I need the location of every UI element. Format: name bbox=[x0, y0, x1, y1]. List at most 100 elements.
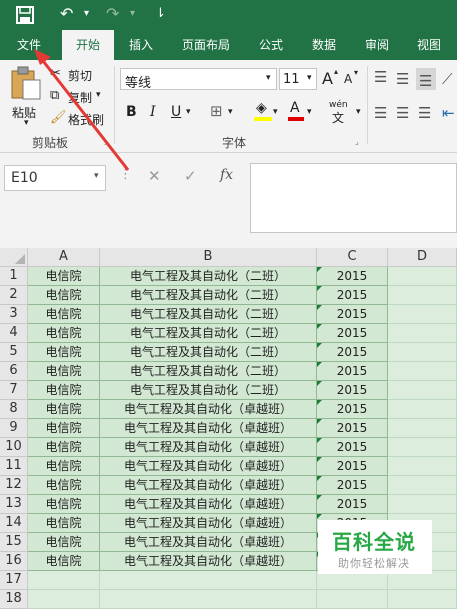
name-box[interactable]: E10 bbox=[4, 165, 106, 191]
cell-col-a[interactable]: 电信院 bbox=[28, 495, 100, 514]
cell-col-a[interactable] bbox=[28, 571, 100, 590]
align-top-icon[interactable]: ☰ bbox=[374, 68, 387, 86]
cell-col-b[interactable]: 电气工程及其自动化（二班） bbox=[100, 343, 317, 362]
cell-col-a[interactable]: 电信院 bbox=[28, 381, 100, 400]
insert-function-icon[interactable]: fx bbox=[220, 167, 233, 183]
row-header[interactable]: 1 bbox=[0, 267, 28, 286]
tab-file[interactable]: 文件 bbox=[8, 30, 50, 60]
phonetic-button[interactable]: wén 文 bbox=[328, 100, 354, 125]
cell-col-a[interactable]: 电信院 bbox=[28, 286, 100, 305]
cell-col-b[interactable]: 电气工程及其自动化（二班） bbox=[100, 267, 317, 286]
row-header[interactable]: 16 bbox=[0, 552, 28, 571]
font-color-icon[interactable]: A bbox=[288, 100, 304, 122]
row-header[interactable]: 6 bbox=[0, 362, 28, 381]
shrink-font-button[interactable]: A bbox=[344, 72, 352, 86]
cell-col-a[interactable]: 电信院 bbox=[28, 476, 100, 495]
cell-col-d[interactable] bbox=[388, 457, 457, 476]
italic-button[interactable]: I bbox=[150, 104, 156, 120]
customize-quick-access-icon[interactable]: ⇂ bbox=[155, 3, 166, 25]
cell-col-d[interactable] bbox=[388, 419, 457, 438]
cell-col-b[interactable]: 电气工程及其自动化（卓越班） bbox=[100, 533, 317, 552]
cell-col-c[interactable]: 2015 bbox=[317, 324, 388, 343]
borders-dropdown-icon[interactable]: ▾ bbox=[228, 107, 233, 117]
column-header-a[interactable]: A bbox=[28, 248, 100, 267]
copy-button[interactable]: ⧉ 复制 ▾ bbox=[50, 88, 106, 106]
tab-view[interactable]: 视图 bbox=[408, 30, 450, 60]
font-size-box[interactable]: 11 ▾ bbox=[279, 68, 317, 90]
cell-col-c[interactable]: 2015 bbox=[317, 305, 388, 324]
save-icon[interactable] bbox=[16, 6, 34, 24]
cell-col-a[interactable]: 电信院 bbox=[28, 343, 100, 362]
underline-button[interactable]: U bbox=[171, 104, 181, 120]
undo-icon[interactable]: ↶ bbox=[60, 3, 73, 25]
cell-col-c[interactable]: 2015 bbox=[317, 267, 388, 286]
cell-col-c[interactable]: 2015 bbox=[317, 343, 388, 362]
clipboard-launcher-icon[interactable]: ⌟ bbox=[104, 137, 108, 146]
row-header[interactable]: 11 bbox=[0, 457, 28, 476]
redo-icon[interactable]: ↷ bbox=[106, 3, 119, 25]
cell-col-d[interactable] bbox=[388, 476, 457, 495]
cell-col-b[interactable] bbox=[100, 571, 317, 590]
row-header[interactable]: 3 bbox=[0, 305, 28, 324]
fill-color-icon[interactable]: ◈ bbox=[254, 100, 272, 122]
row-header[interactable]: 17 bbox=[0, 571, 28, 590]
row-header[interactable]: 7 bbox=[0, 381, 28, 400]
formula-input[interactable] bbox=[250, 163, 457, 233]
cell-col-d[interactable] bbox=[388, 362, 457, 381]
tab-formulas[interactable]: 公式 bbox=[250, 30, 292, 60]
cell-col-c[interactable]: 2015 bbox=[317, 495, 388, 514]
cell-col-a[interactable]: 电信院 bbox=[28, 457, 100, 476]
cell-col-b[interactable]: 电气工程及其自动化（卓越班） bbox=[100, 419, 317, 438]
cell-col-b[interactable]: 电气工程及其自动化（二班） bbox=[100, 286, 317, 305]
cell-col-a[interactable]: 电信院 bbox=[28, 362, 100, 381]
row-header[interactable]: 15 bbox=[0, 533, 28, 552]
cell-col-d[interactable] bbox=[388, 381, 457, 400]
tab-home[interactable]: 开始 bbox=[62, 30, 114, 60]
borders-icon[interactable]: ⊞ bbox=[210, 102, 223, 120]
name-box-dropdown-icon[interactable]: ▾ bbox=[94, 171, 99, 181]
cell-col-b[interactable]: 电气工程及其自动化（卓越班） bbox=[100, 495, 317, 514]
orientation-icon[interactable]: ⟋ bbox=[442, 70, 453, 88]
cell-col-d[interactable] bbox=[388, 400, 457, 419]
cell-col-a[interactable]: 电信院 bbox=[28, 438, 100, 457]
cell-col-b[interactable]: 电气工程及其自动化（二班） bbox=[100, 362, 317, 381]
enter-icon[interactable]: ✓ bbox=[184, 167, 197, 185]
cell-col-b[interactable]: 电气工程及其自动化（卓越班） bbox=[100, 552, 317, 571]
cell-col-a[interactable]: 电信院 bbox=[28, 419, 100, 438]
tab-page-layout[interactable]: 页面布局 bbox=[175, 30, 237, 60]
cut-button[interactable]: ✂ 剪切 bbox=[50, 66, 96, 84]
cell-col-b[interactable]: 电气工程及其自动化（卓越班） bbox=[100, 400, 317, 419]
cell-col-d[interactable] bbox=[388, 438, 457, 457]
row-header[interactable]: 4 bbox=[0, 324, 28, 343]
column-header-b[interactable]: B bbox=[100, 248, 317, 267]
row-header[interactable]: 9 bbox=[0, 419, 28, 438]
cell-col-c[interactable]: 2015 bbox=[317, 476, 388, 495]
cell-col-d[interactable] bbox=[388, 267, 457, 286]
copy-dropdown-icon[interactable]: ▾ bbox=[96, 90, 101, 100]
align-middle-icon[interactable]: ☰ bbox=[396, 70, 409, 88]
paste-dropdown-icon[interactable]: ▾ bbox=[24, 118, 29, 128]
cell-col-d[interactable] bbox=[388, 343, 457, 362]
format-painter-button[interactable]: 🖌 格式刷 bbox=[50, 110, 106, 128]
cell-col-c[interactable]: 2015 bbox=[317, 400, 388, 419]
grow-font-button[interactable]: A bbox=[322, 69, 333, 88]
cell-col-d[interactable] bbox=[388, 324, 457, 343]
cell-col-a[interactable]: 电信院 bbox=[28, 400, 100, 419]
paste-button[interactable]: 粘贴 bbox=[8, 64, 44, 124]
cell-col-b[interactable]: 电气工程及其自动化（卓越班） bbox=[100, 514, 317, 533]
cell-col-c[interactable]: 2015 bbox=[317, 457, 388, 476]
font-name-box[interactable]: 等线 ▾ bbox=[120, 68, 277, 91]
cell-col-c[interactable]: 2015 bbox=[317, 438, 388, 457]
cell-col-c[interactable]: 2015 bbox=[317, 419, 388, 438]
cell-col-c[interactable]: 2015 bbox=[317, 362, 388, 381]
font-size-dropdown-icon[interactable]: ▾ bbox=[307, 73, 312, 83]
align-center-icon[interactable]: ☰ bbox=[396, 104, 409, 122]
cell-col-a[interactable]: 电信院 bbox=[28, 514, 100, 533]
row-header[interactable]: 12 bbox=[0, 476, 28, 495]
phonetic-dropdown-icon[interactable]: ▾ bbox=[356, 107, 361, 117]
cell-col-d[interactable] bbox=[388, 495, 457, 514]
font-name-dropdown-icon[interactable]: ▾ bbox=[266, 73, 271, 83]
bold-button[interactable]: B bbox=[126, 104, 137, 120]
align-right-icon[interactable]: ☰ bbox=[418, 104, 431, 122]
column-header-d[interactable]: D bbox=[388, 248, 457, 267]
